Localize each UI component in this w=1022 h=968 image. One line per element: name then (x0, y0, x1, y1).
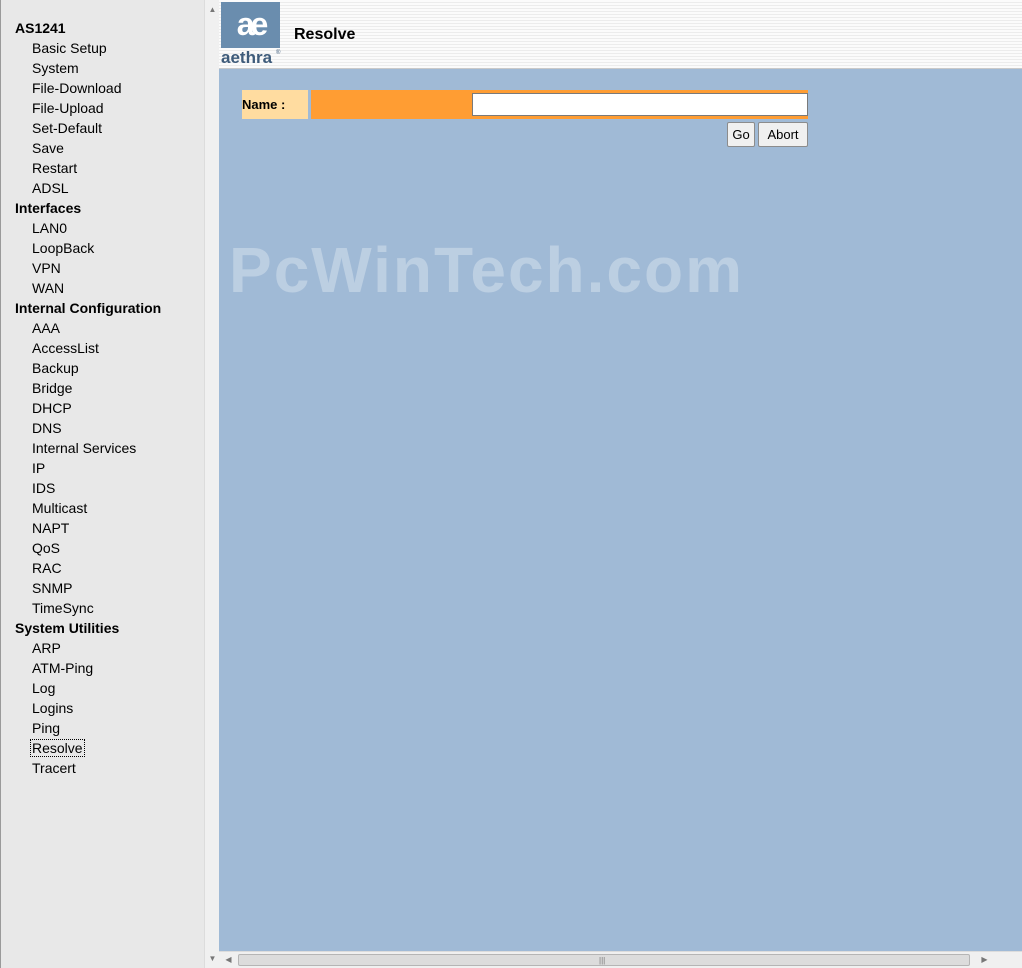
nav-item-multicast[interactable]: Multicast (0, 498, 204, 518)
nav-item-label: Save (32, 140, 64, 156)
nav-item-label: IP (32, 460, 46, 476)
nav-item-label: Internal Services (32, 440, 137, 456)
nav-item-label: Bridge (32, 380, 73, 396)
name-row: Name : (242, 90, 808, 119)
nav-section-title: Internal Configuration (15, 300, 162, 316)
go-button[interactable]: Go (727, 122, 755, 147)
nav-item-label: System (32, 60, 79, 76)
nav-item-label: NAPT (32, 520, 70, 536)
nav-item-label: Ping (32, 720, 61, 736)
scroll-up-icon[interactable]: ▲ (205, 2, 220, 17)
nav-item-label: Resolve (30, 739, 85, 757)
nav-item-ids[interactable]: IDS (0, 478, 204, 498)
nav-item-vpn[interactable]: VPN (0, 258, 204, 278)
nav-item-label: Logins (32, 700, 74, 716)
nav-item-tracert[interactable]: Tracert (0, 758, 204, 778)
nav-item-ping[interactable]: Ping (0, 718, 204, 738)
nav-item-label: LoopBack (32, 240, 95, 256)
nav-item-backup[interactable]: Backup (0, 358, 204, 378)
watermark: PcWinTech.com (229, 234, 744, 306)
nav-item-label: ARP (32, 640, 61, 656)
nav-frame: AS1241 Basic Setup System File-Download File… (0, 0, 219, 968)
nav-section-title: Interfaces (15, 200, 82, 216)
nav-item-accesslist[interactable]: AccessList (0, 338, 204, 358)
nav-item-label: ADSL (32, 180, 69, 196)
nav-item-napt[interactable]: NAPT (0, 518, 204, 538)
nav-item-label: DNS (32, 420, 62, 436)
nav-item-label: IDS (32, 480, 56, 496)
nav-item-label: SNMP (32, 580, 73, 596)
nav-item-set-default[interactable]: Set-Default (0, 118, 204, 138)
main-frame: ae aethra ® Resolve PcWinTech.com Name :… (219, 0, 1022, 951)
scroll-right-icon[interactable]: ▶ (977, 952, 992, 967)
page-title: Resolve (294, 26, 356, 43)
nav-item-label: AAA (32, 320, 61, 336)
aethra-logo: ae (221, 2, 280, 48)
nav-item-label: Restart (32, 160, 78, 176)
nav-item-label: Backup (32, 360, 79, 376)
nav-item-label: Multicast (32, 500, 88, 516)
nav-item-label: RAC (32, 560, 62, 576)
nav-item-label: LAN0 (32, 220, 68, 236)
nav-item-resolve[interactable]: Resolve (0, 738, 204, 758)
nav-item-basic-setup[interactable]: Basic Setup (0, 38, 204, 58)
nav-item-logins[interactable]: Logins (0, 698, 204, 718)
nav-item-label: WAN (32, 280, 65, 296)
nav-item-label: Tracert (32, 760, 76, 776)
nav-item-label: Set-Default (32, 120, 103, 136)
nav-item-dns[interactable]: DNS (0, 418, 204, 438)
nav-item-qos[interactable]: QoS (0, 538, 204, 558)
scroll-left-icon[interactable]: ◀ (221, 952, 236, 967)
nav-item-internal-services[interactable]: Internal Services (0, 438, 204, 458)
logo-wordmark: aethra (221, 48, 273, 67)
nav-item-label: Basic Setup (32, 40, 107, 56)
nav-item-dhcp[interactable]: DHCP (0, 398, 204, 418)
nav-item-wan[interactable]: WAN (0, 278, 204, 298)
nav-item-label: File-Download (32, 80, 122, 96)
nav-item-label: QoS (32, 540, 61, 556)
nav-item-log[interactable]: Log (0, 678, 204, 698)
nav-item-label: TimeSync (32, 600, 94, 616)
nav-item-arp[interactable]: ARP (0, 638, 204, 658)
abort-button[interactable]: Abort (758, 122, 808, 147)
nav-item-label: Log (32, 680, 56, 696)
nav-item-loopback[interactable]: LoopBack (0, 238, 204, 258)
nav-item-lan0[interactable]: LAN0 (0, 218, 204, 238)
header: ae aethra ® Resolve (219, 0, 1022, 69)
nav-item-atm-ping[interactable]: ATM-Ping (0, 658, 204, 678)
nav-item-label: File-Upload (32, 100, 104, 116)
nav-item-rac[interactable]: RAC (0, 558, 204, 578)
nav-item-aaa[interactable]: AAA (0, 318, 204, 338)
nav-item-timesync[interactable]: TimeSync (0, 598, 204, 618)
nav-item-bridge[interactable]: Bridge (0, 378, 204, 398)
nav-item-label: DHCP (32, 400, 72, 416)
nav-item-save[interactable]: Save (0, 138, 204, 158)
name-label: Name : (242, 90, 308, 119)
nav-item-system[interactable]: System (0, 58, 204, 78)
scroll-thumb[interactable]: ||| (238, 954, 970, 966)
horizontal-scrollbar[interactable]: ◀ ||| ▶ (219, 951, 1022, 968)
nav-vertical-scrollbar[interactable]: ▲ ▼ (204, 0, 219, 968)
nav-item-ip[interactable]: IP (0, 458, 204, 478)
nav-item-label: VPN (32, 260, 61, 276)
nav-section-title: System Utilities (15, 620, 120, 636)
nav-item-label: ATM-Ping (32, 660, 94, 676)
nav-item-label: AccessList (32, 340, 99, 356)
grip-icon: ||| (599, 956, 606, 965)
nav-item-snmp[interactable]: SNMP (0, 578, 204, 598)
nav-item-file-upload[interactable]: File-Upload (0, 98, 204, 118)
logo-registered-mark: ® (276, 50, 281, 56)
nav-item-adsl[interactable]: ADSL (0, 178, 204, 198)
nav-item-restart[interactable]: Restart (0, 158, 204, 178)
scroll-down-icon[interactable]: ▼ (205, 951, 220, 966)
nav-list: AS1241 Basic Setup System File-Download File… (0, 18, 204, 778)
logo-mark: ae (236, 6, 269, 42)
name-input[interactable] (472, 93, 808, 116)
nav-section-title: AS1241 (15, 20, 66, 36)
nav-item-file-download[interactable]: File-Download (0, 78, 204, 98)
